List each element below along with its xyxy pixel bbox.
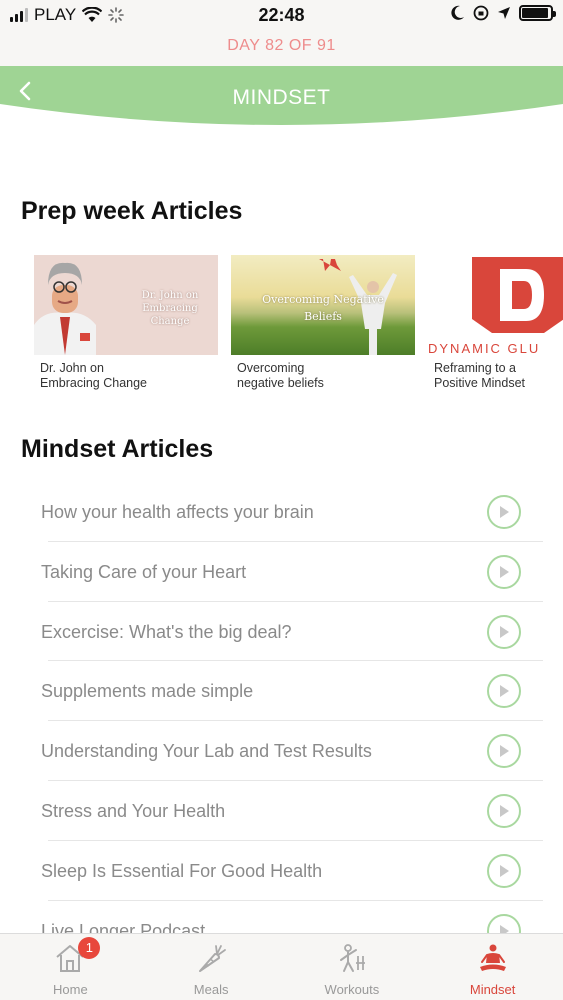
play-icon <box>500 745 509 758</box>
tab-label: Mindset <box>469 982 516 997</box>
moon-icon <box>451 5 464 20</box>
play-icon <box>500 864 509 877</box>
prep-article-card[interactable]: Dr. John on Embracing Change Dr. John on… <box>34 255 218 391</box>
article-title: Live Longer Podcast <box>41 920 206 934</box>
play-icon <box>500 804 509 817</box>
status-right <box>451 5 556 21</box>
meditation-icon <box>479 944 506 971</box>
article-title: Taking Care of your Heart <box>41 561 247 582</box>
tab-mindset[interactable]: Mindset <box>422 934 563 1000</box>
day-progress-label: DAY 82 OF 91 <box>0 32 563 66</box>
article-thumbnail: Overcoming Negative Beliefs <box>231 255 415 355</box>
prep-section-title: Prep week Articles <box>21 197 243 225</box>
prep-articles-carousel[interactable]: Dr. John on Embracing Change Dr. John on… <box>34 255 563 395</box>
article-thumbnail: DYNAMIC GLU <box>428 255 563 355</box>
tab-label: Workouts <box>324 982 380 997</box>
article-title: Excercise: What's the big deal? <box>41 621 292 642</box>
tab-label: Home <box>53 982 88 997</box>
article-row[interactable]: Sleep Is Essential For Good Health <box>41 841 543 901</box>
play-button[interactable] <box>487 913 521 934</box>
article-title: Supplements made simple <box>41 681 254 702</box>
article-row[interactable]: Stress and Your Health <box>41 781 543 841</box>
prep-article-card[interactable]: Overcoming Negative Beliefs Overcoming n… <box>231 255 415 391</box>
status-bar: PLAY 22:48 <box>0 0 563 32</box>
article-row[interactable]: Live Longer Podcast <box>41 901 543 934</box>
article-row[interactable]: Supplements made simple <box>41 661 543 722</box>
play-icon <box>500 685 509 698</box>
article-title: Understanding Your Lab and Test Results <box>41 741 372 762</box>
home-icon-wrap: 1 <box>54 937 101 979</box>
card-caption: Dr. John on Embracing Change <box>40 361 148 390</box>
location-icon <box>498 7 510 19</box>
play-button[interactable] <box>487 614 521 649</box>
mindset-section-title: Mindset Articles <box>21 435 214 463</box>
article-title: How your health affects your brain <box>41 502 314 522</box>
thumbnail-text: Dr. John on Embracing Change <box>141 290 199 327</box>
tab-bar: 1 Home Meals Workouts Mindset <box>0 933 563 1000</box>
play-icon <box>500 506 509 518</box>
play-button[interactable] <box>487 554 521 589</box>
tab-workouts[interactable]: Workouts <box>282 934 423 1000</box>
thumbnail-text: Overcoming Negative Beliefs <box>262 293 384 323</box>
dynamic-glu-logo <box>472 257 563 333</box>
notification-badge: 1 <box>78 937 101 959</box>
tab-home[interactable]: 1 Home <box>0 934 141 1000</box>
header: MINDSET <box>0 66 563 130</box>
workout-figure-icon <box>339 944 365 972</box>
tab-label: Meals <box>193 982 229 997</box>
article-title: Stress and Your Health <box>41 800 226 821</box>
play-button[interactable] <box>487 495 521 529</box>
article-row[interactable]: Understanding Your Lab and Test Results <box>41 721 543 781</box>
play-button[interactable] <box>487 734 521 769</box>
prep-article-card[interactable]: DYNAMIC GLU Reframing to a Positive Mind… <box>428 255 563 391</box>
article-title: Sleep Is Essential For Good Health <box>41 860 323 881</box>
thumbnail-text: DYNAMIC GLU <box>428 341 541 355</box>
play-icon <box>500 625 509 638</box>
play-button[interactable] <box>487 674 521 709</box>
card-caption: Overcoming negative beliefs <box>237 361 324 390</box>
mindset-articles-list: How your health affects your brain Takin… <box>0 482 563 934</box>
battery-icon <box>519 5 556 21</box>
article-row[interactable]: Taking Care of your Heart <box>41 542 543 602</box>
article-row[interactable]: How your health affects your brain <box>41 482 543 542</box>
play-button[interactable] <box>487 793 521 828</box>
tab-meals[interactable]: Meals <box>141 934 282 1000</box>
play-button[interactable] <box>487 853 521 888</box>
article-thumbnail: Dr. John on Embracing Change <box>34 255 218 355</box>
orientation-lock-icon <box>473 5 489 21</box>
play-icon <box>500 565 509 578</box>
page-title: MINDSET <box>232 86 331 109</box>
card-caption: Reframing to a Positive Mindset <box>434 361 526 390</box>
carrot-icon <box>199 945 227 972</box>
article-row[interactable]: Excercise: What's the big deal? <box>41 602 543 662</box>
